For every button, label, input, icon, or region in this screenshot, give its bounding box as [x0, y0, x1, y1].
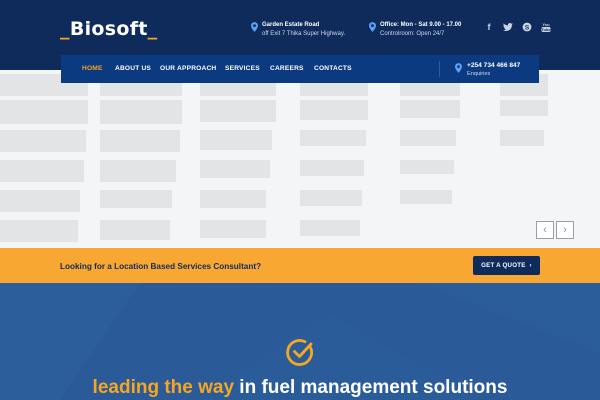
headline-rest: in fuel management solutions — [234, 377, 508, 398]
svg-text:You: You — [542, 22, 550, 27]
logo-underscore: _ — [147, 18, 158, 40]
slide-placeholder-block — [100, 160, 176, 182]
office-hours-line1: Office: Mon - Sat 9.00 - 17.00 — [380, 22, 462, 28]
nav-item-services[interactable]: SERVICES — [225, 65, 260, 72]
slide-placeholder-block — [0, 100, 88, 124]
slide-placeholder-block — [200, 190, 266, 208]
slide-placeholder-block — [100, 130, 180, 152]
phone-label: Enquiries — [467, 71, 491, 77]
location-pin-icon — [369, 22, 376, 32]
slide-placeholder-block — [200, 130, 272, 150]
slider-prev-button[interactable]: ‹ — [536, 221, 554, 239]
get-a-quote-button[interactable]: GET A QUOTE › — [473, 256, 540, 275]
nav-item-home[interactable]: HOME — [82, 65, 103, 72]
get-a-quote-label: GET A QUOTE — [481, 262, 526, 269]
nav-divider — [439, 61, 440, 77]
slide-placeholder-block — [400, 160, 454, 174]
address-line2: off Exit 7 Thika Super Highway. — [262, 31, 346, 37]
slide-placeholder-block — [0, 160, 84, 182]
slide-placeholder-block — [400, 130, 456, 146]
location-pin-icon — [455, 63, 462, 73]
slide-placeholder-block — [300, 190, 362, 206]
youtube-icon[interactable]: You Tube — [541, 21, 551, 33]
chevron-left-icon: ‹ — [543, 224, 547, 236]
svg-text:S: S — [525, 24, 530, 31]
social-links: f S You Tube — [484, 21, 551, 33]
nav-item-our-approach[interactable]: OUR APPROACH — [160, 65, 216, 72]
phone-number: +254 734 466 847 — [467, 62, 521, 69]
slide-placeholder-block — [200, 100, 276, 122]
phone-enquiries[interactable]: +254 734 466 847 Enquiries — [455, 62, 520, 78]
address-info: Garden Estate Road off Exit 7 Thika Supe… — [251, 21, 345, 39]
cta-banner: Looking for a Location Based Services Co… — [0, 248, 600, 283]
main-navigation: HOME ABOUT US OUR APPROACH SERVICES CARE… — [61, 55, 539, 83]
facebook-icon[interactable]: f — [484, 21, 494, 33]
slide-placeholder-block — [500, 100, 548, 116]
site-logo[interactable]: _Biosoft_ — [60, 18, 157, 40]
section-headline: leading the way in fuel management solut… — [0, 377, 600, 399]
slide-placeholder-block — [200, 160, 270, 178]
slider-next-button[interactable]: › — [556, 221, 574, 239]
slide-placeholder-block — [400, 190, 452, 204]
office-hours-info: Office: Mon - Sat 9.00 - 17.00 Controlro… — [369, 21, 461, 39]
slide-placeholder-block — [500, 130, 544, 146]
chevron-right-icon: › — [529, 262, 532, 269]
nav-item-about-us[interactable]: ABOUT US — [115, 65, 151, 72]
chevron-right-icon: › — [563, 224, 567, 236]
logo-underscore: _ — [60, 18, 70, 40]
slide-placeholder-block — [100, 190, 172, 208]
intro-section: leading the way in fuel management solut… — [0, 283, 600, 400]
slide-placeholder-block — [400, 100, 460, 118]
slide-placeholder-block — [200, 220, 266, 238]
skype-icon[interactable]: S — [522, 21, 532, 33]
slide-placeholder-block — [300, 130, 366, 146]
slide-placeholder-block — [100, 100, 182, 124]
slide-placeholder-block — [300, 160, 364, 176]
slide-placeholder-block — [300, 100, 368, 120]
logo-text: Biosoft — [69, 18, 148, 40]
slide-placeholder-block — [0, 130, 86, 152]
check-circle-icon — [286, 339, 313, 366]
office-hours-line2: Controlroom: Open 24/7 — [380, 31, 445, 37]
headline-highlight: leading the way — [92, 377, 235, 398]
slide-placeholder-block — [0, 190, 80, 212]
slide-placeholder-block — [100, 220, 170, 240]
hero-slider — [0, 70, 600, 248]
nav-item-contacts[interactable]: CONTACTS — [314, 65, 352, 72]
nav-item-careers[interactable]: CAREERS — [270, 65, 304, 72]
cta-question: Looking for a Location Based Services Co… — [60, 262, 262, 271]
twitter-icon[interactable] — [503, 21, 513, 33]
slide-placeholder-block — [300, 220, 360, 236]
slide-placeholder-block — [0, 220, 78, 242]
location-pin-icon — [251, 22, 258, 32]
svg-text:Tube: Tube — [542, 28, 551, 32]
address-line1: Garden Estate Road — [262, 22, 320, 28]
